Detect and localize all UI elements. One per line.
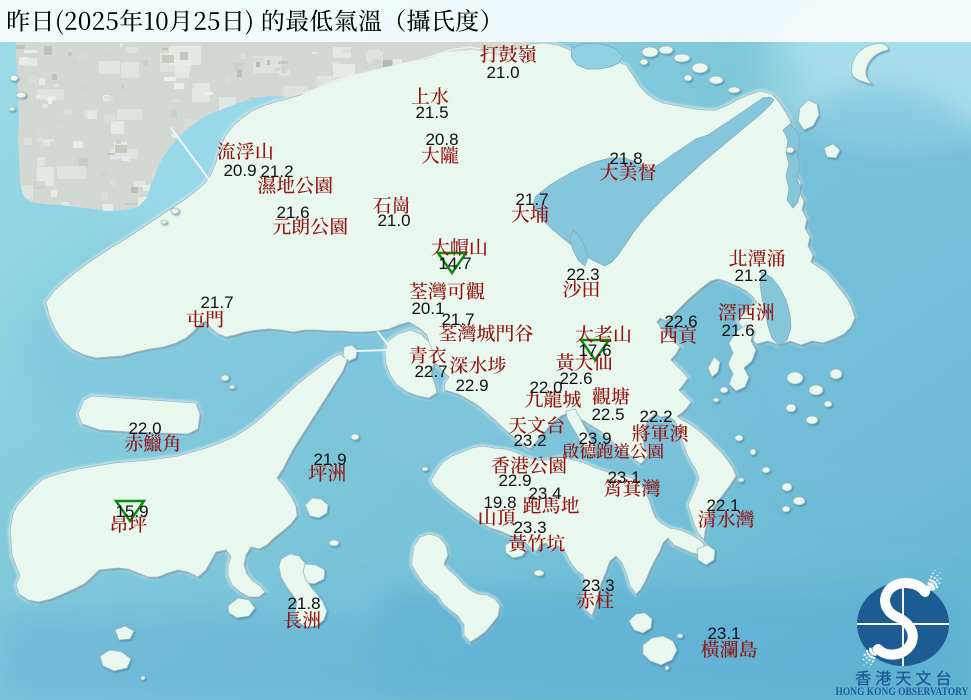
svg-text:23.3: 23.3 bbox=[513, 518, 546, 537]
svg-text:21.7: 21.7 bbox=[515, 190, 548, 209]
svg-text:22.0: 22.0 bbox=[128, 419, 161, 438]
svg-text:23.2: 23.2 bbox=[513, 431, 546, 450]
svg-text:21.0: 21.0 bbox=[377, 211, 410, 230]
svg-text:HONG KONG OBSERVATORY: HONG KONG OBSERVATORY bbox=[836, 686, 970, 698]
svg-text:21.9: 21.9 bbox=[313, 450, 346, 469]
svg-text:19.8: 19.8 bbox=[483, 493, 516, 512]
svg-text:22.6: 22.6 bbox=[559, 369, 592, 388]
svg-text:21.2: 21.2 bbox=[734, 266, 767, 285]
svg-text:23.1: 23.1 bbox=[707, 624, 740, 643]
svg-text:22.1: 22.1 bbox=[706, 496, 739, 515]
svg-text:22.2: 22.2 bbox=[639, 407, 672, 426]
svg-text:14.7: 14.7 bbox=[438, 254, 471, 273]
svg-text:21.2: 21.2 bbox=[260, 162, 293, 181]
svg-text:21.7: 21.7 bbox=[200, 293, 233, 312]
svg-text:21.8: 21.8 bbox=[609, 149, 642, 168]
svg-text:22.7: 22.7 bbox=[414, 362, 447, 381]
svg-text:15.9: 15.9 bbox=[115, 502, 148, 521]
svg-text:22.9: 22.9 bbox=[455, 376, 488, 395]
svg-text:23.3: 23.3 bbox=[581, 576, 614, 595]
svg-text:21.0: 21.0 bbox=[486, 63, 519, 82]
svg-text:22.9: 22.9 bbox=[498, 471, 531, 490]
svg-text:22.5: 22.5 bbox=[591, 405, 624, 424]
svg-text:23.4: 23.4 bbox=[528, 484, 561, 503]
svg-text:20.1: 20.1 bbox=[411, 299, 444, 318]
svg-text:22.6: 22.6 bbox=[664, 312, 697, 331]
svg-text:20.9: 20.9 bbox=[223, 161, 256, 180]
svg-text:21.7: 21.7 bbox=[441, 310, 474, 329]
svg-text:17.6: 17.6 bbox=[578, 341, 611, 360]
svg-text:21.6: 21.6 bbox=[276, 203, 309, 222]
svg-text:21.5: 21.5 bbox=[415, 103, 448, 122]
svg-text:23.9: 23.9 bbox=[578, 429, 611, 448]
svg-text:21.6: 21.6 bbox=[721, 321, 754, 340]
svg-text:21.8: 21.8 bbox=[287, 594, 320, 613]
svg-text:23.1: 23.1 bbox=[607, 468, 640, 487]
svg-text:22.0: 22.0 bbox=[529, 378, 562, 397]
svg-text:22.3: 22.3 bbox=[566, 265, 599, 284]
svg-text:20.8: 20.8 bbox=[425, 130, 458, 149]
